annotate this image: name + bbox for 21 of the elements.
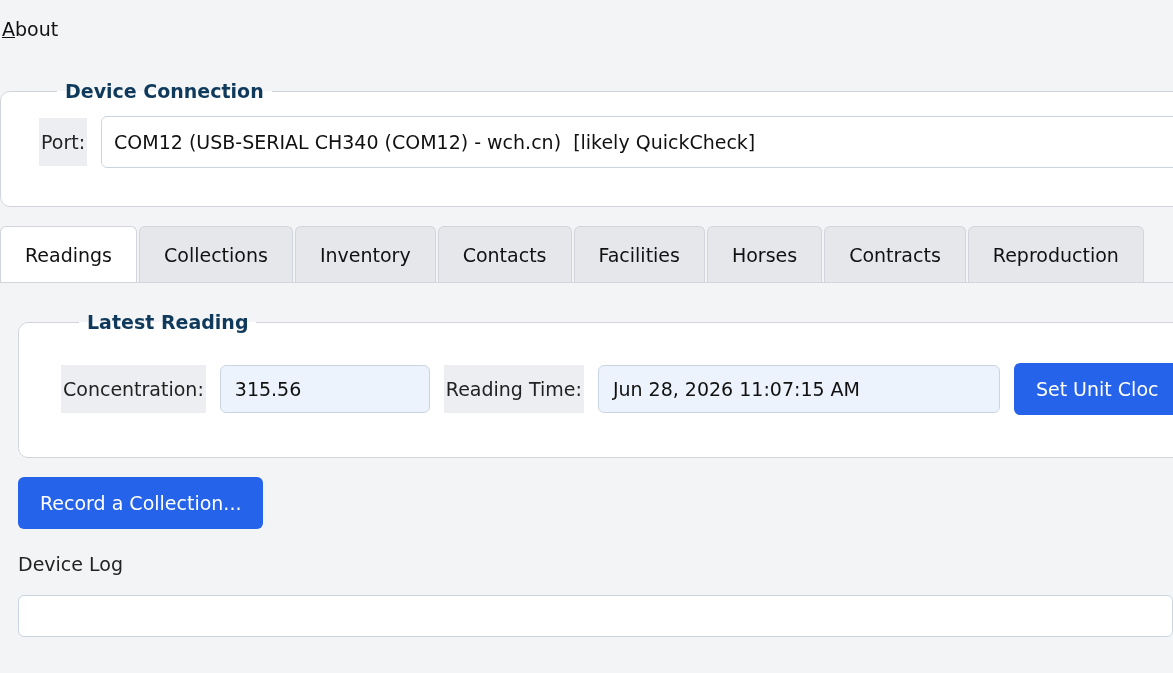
tab[interactable]: Contracts	[824, 226, 966, 282]
panel-title: Latest Reading	[86, 312, 250, 333]
tab[interactable]: Facilities	[573, 226, 705, 282]
record-collection-button[interactable]: Record a Collection...	[18, 477, 264, 529]
set-clock-button[interactable]: Set Unit Cloc	[1013, 363, 1173, 415]
tab[interactable]: Horses	[706, 226, 823, 282]
panel-title: Device Connection	[64, 81, 265, 102]
device-log-field[interactable]	[18, 595, 1173, 637]
menu-item[interactable]: About	[2, 18, 59, 40]
reading-time-label: Reading Time:	[443, 365, 584, 413]
tab[interactable]: Readings	[0, 226, 138, 282]
concentration-label: Concentration:	[61, 365, 206, 413]
port-dropdown[interactable]: COM12 (USB-SERIAL CH340 (COM12) - wch.cn) [likely QuickCheck]	[101, 116, 1173, 168]
tab[interactable]: Contacts	[437, 226, 572, 282]
concentration-field[interactable]: 315.56	[219, 365, 430, 413]
tab[interactable]: Reproduction	[967, 226, 1144, 282]
tab[interactable]: Collections	[139, 226, 293, 282]
reading-time-field[interactable]: Jun 28, 2026 11:07:15 AM	[597, 365, 1000, 413]
port-label: Port:	[39, 118, 88, 166]
device-log-label: Device Log	[18, 553, 124, 575]
tab[interactable]: Inventory	[294, 226, 436, 282]
